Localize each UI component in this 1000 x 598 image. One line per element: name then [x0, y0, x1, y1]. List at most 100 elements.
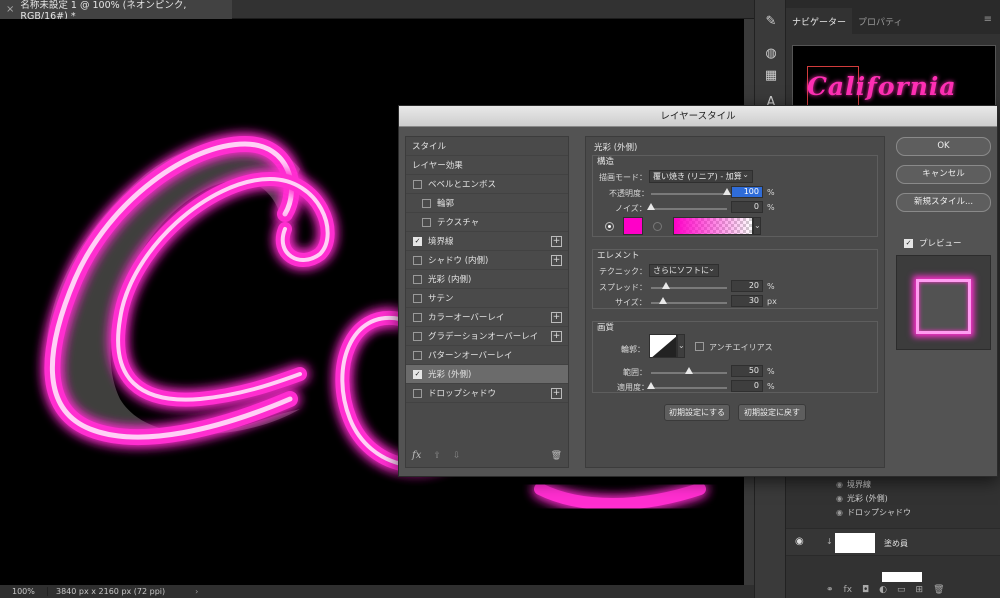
- style-checkbox[interactable]: [413, 274, 422, 284]
- add-effect-icon[interactable]: +: [551, 236, 562, 247]
- tab-navigator[interactable]: ナビゲーター: [786, 8, 853, 34]
- range-slider-knob[interactable]: [685, 367, 693, 374]
- style-checkbox[interactable]: [413, 331, 422, 341]
- spread-slider[interactable]: [651, 282, 727, 289]
- spread-input[interactable]: 20: [731, 280, 763, 292]
- gradient-dropdown[interactable]: ⌄: [753, 217, 761, 235]
- new-layer-icon[interactable]: ⊞: [916, 585, 924, 595]
- eye-icon[interactable]: ◉: [836, 508, 843, 517]
- jitter-slider[interactable]: [647, 382, 727, 389]
- tab-properties[interactable]: プロパティ: [852, 8, 908, 34]
- adjustment-icon[interactable]: ◐: [879, 585, 887, 595]
- noise-slider-knob[interactable]: [647, 203, 655, 210]
- antialias-checkbox[interactable]: [695, 342, 704, 351]
- opacity-slider[interactable]: [651, 188, 731, 195]
- style-list-item[interactable]: 輪郭: [406, 194, 568, 213]
- style-list-item[interactable]: ✓ 境界線 +: [406, 232, 568, 251]
- range-input[interactable]: 50: [731, 365, 763, 377]
- style-list-item[interactable]: サテン: [406, 289, 568, 308]
- chevron-right-icon[interactable]: ›: [195, 587, 198, 596]
- close-icon[interactable]: ×: [6, 4, 14, 15]
- add-effect-icon[interactable]: +: [551, 388, 562, 399]
- style-checkbox[interactable]: [413, 312, 422, 322]
- ok-button[interactable]: OK: [896, 137, 991, 156]
- contour-dropdown[interactable]: ⌄: [677, 334, 685, 358]
- glow-gradient-preview[interactable]: [673, 217, 753, 235]
- style-list-header-effects[interactable]: レイヤー効果: [406, 156, 568, 175]
- preview-checkbox[interactable]: ✓: [904, 238, 913, 248]
- link-icon[interactable]: ⚭: [826, 585, 834, 595]
- style-checkbox[interactable]: ✓: [413, 236, 422, 246]
- reset-default-button[interactable]: 初期設定に戻す: [738, 404, 806, 421]
- size-slider[interactable]: [651, 297, 727, 304]
- gradient-radio[interactable]: [653, 222, 662, 231]
- opacity-input[interactable]: 100: [731, 186, 763, 198]
- style-list-item[interactable]: グラデーションオーバーレイ +: [406, 327, 568, 346]
- solid-color-radio[interactable]: [605, 222, 614, 231]
- style-checkbox[interactable]: [413, 293, 422, 303]
- fx-icon[interactable]: fx: [844, 585, 853, 595]
- style-list-item[interactable]: 光彩 (内側): [406, 270, 568, 289]
- style-checkbox[interactable]: [413, 388, 422, 398]
- preview-toggle[interactable]: ✓ プレビュー: [904, 237, 962, 249]
- style-checkbox[interactable]: [413, 179, 422, 189]
- style-checkbox[interactable]: [422, 198, 431, 208]
- style-list-item[interactable]: ベベルとエンボス: [406, 175, 568, 194]
- opacity-slider-knob[interactable]: [723, 188, 731, 195]
- layer-row[interactable]: ◉ ↓ 塗め員: [786, 528, 1000, 556]
- style-list-item[interactable]: シャドウ (内側) +: [406, 251, 568, 270]
- layer-effect-item[interactable]: ◉ ドロップシャドウ: [836, 506, 911, 518]
- size-input[interactable]: 30: [731, 295, 763, 307]
- style-list-item[interactable]: カラーオーバーレイ +: [406, 308, 568, 327]
- spread-slider-knob[interactable]: [662, 282, 671, 289]
- blend-mode-select[interactable]: 覆い焼き (リニア) - 加算: [649, 169, 753, 183]
- fx-icon[interactable]: fx: [412, 450, 421, 461]
- style-checkbox[interactable]: ✓: [413, 369, 422, 379]
- folder-icon[interactable]: ▭: [897, 585, 906, 595]
- style-checkbox[interactable]: [422, 217, 431, 227]
- jitter-slider-knob[interactable]: [647, 382, 655, 389]
- style-list-item[interactable]: パターンオーバーレイ: [406, 346, 568, 365]
- technique-select[interactable]: さらにソフトに: [649, 263, 719, 277]
- arrow-up-icon[interactable]: ⇧: [433, 451, 441, 461]
- layer-row[interactable]: [786, 572, 1000, 582]
- eye-icon[interactable]: ◉: [836, 480, 843, 489]
- noise-input[interactable]: 0: [731, 201, 763, 213]
- add-effect-icon[interactable]: +: [551, 255, 562, 266]
- eye-icon[interactable]: ◉: [795, 536, 804, 547]
- style-checkbox[interactable]: [413, 255, 422, 265]
- style-list-header-styles[interactable]: スタイル: [406, 137, 568, 156]
- mask-icon[interactable]: ◘: [862, 585, 869, 595]
- document-tab[interactable]: × 名称未設定 1 @ 100% (ネオンピンク, RGB/16#) *: [0, 0, 232, 22]
- make-default-button[interactable]: 初期設定にする: [664, 404, 730, 421]
- range-slider[interactable]: [651, 367, 727, 374]
- style-list-item[interactable]: ドロップシャドウ +: [406, 384, 568, 403]
- panel-menu-icon[interactable]: ≡: [984, 14, 992, 25]
- style-list-item[interactable]: ✓ 光彩 (外側): [406, 365, 568, 384]
- cancel-button[interactable]: キャンセル: [896, 165, 991, 184]
- preview-label: プレビュー: [919, 239, 962, 249]
- style-list-item[interactable]: テクスチャ: [406, 213, 568, 232]
- contour-preview[interactable]: [649, 334, 677, 358]
- trash-icon[interactable]: 🗑: [933, 585, 944, 595]
- brush-icon[interactable]: ✎: [762, 14, 780, 30]
- trash-icon[interactable]: 🗑: [551, 451, 562, 461]
- zoom-level[interactable]: 100%: [0, 587, 48, 596]
- grid-icon[interactable]: ▦: [762, 68, 780, 84]
- glow-color-swatch[interactable]: [623, 217, 643, 235]
- add-effect-icon[interactable]: +: [551, 312, 562, 323]
- style-list-item-label: サテン: [428, 294, 454, 304]
- style-checkbox[interactable]: [413, 350, 422, 360]
- eye-icon[interactable]: ◉: [836, 494, 843, 503]
- arrow-down-icon[interactable]: ⇩: [453, 451, 461, 461]
- new-style-button[interactable]: 新規スタイル...: [896, 193, 991, 212]
- noise-slider[interactable]: [647, 203, 727, 210]
- layer-effect-item[interactable]: ◉ 境界線: [836, 478, 871, 490]
- color-palette-icon[interactable]: ◍: [762, 46, 780, 62]
- add-effect-icon[interactable]: +: [551, 331, 562, 342]
- jitter-input[interactable]: 0: [731, 380, 763, 392]
- layer-name[interactable]: 塗め員: [884, 538, 908, 549]
- navigator-thumbnail[interactable]: California: [792, 45, 996, 107]
- size-slider-knob[interactable]: [659, 297, 667, 304]
- layer-effect-item[interactable]: ◉ 光彩 (外側): [836, 492, 888, 504]
